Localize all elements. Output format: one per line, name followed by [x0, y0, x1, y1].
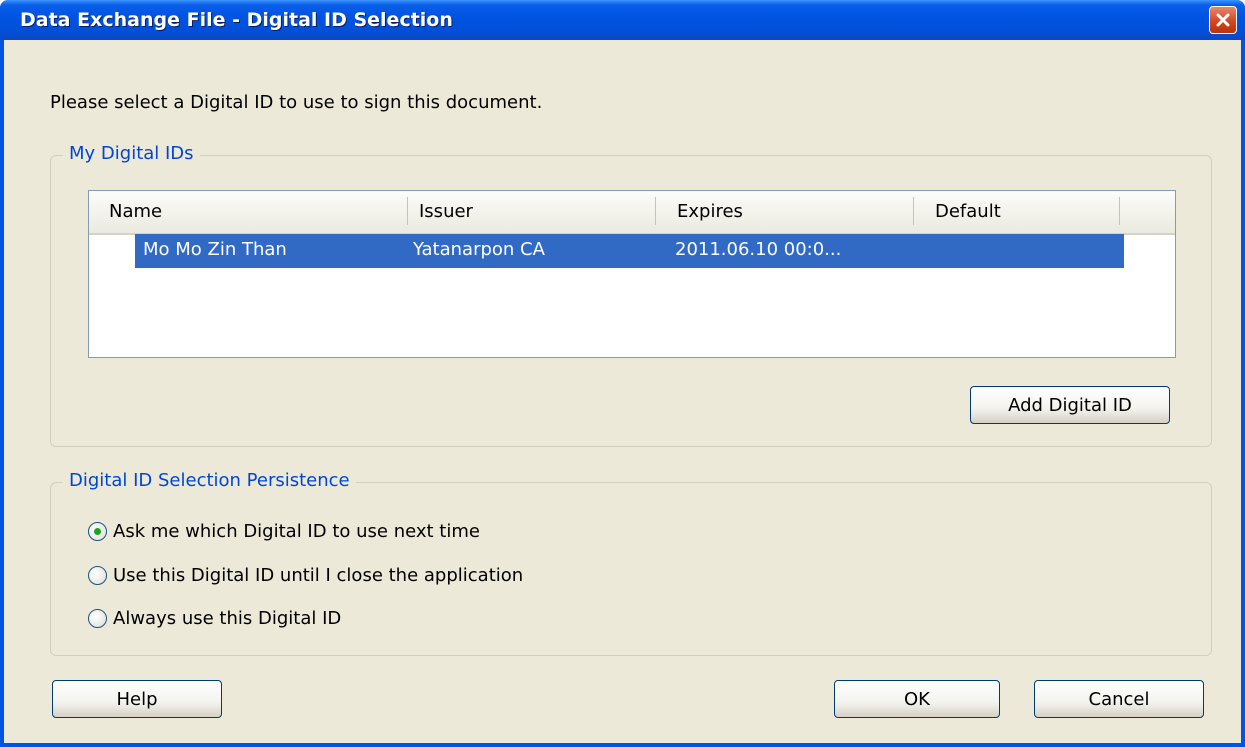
row-expires-cell: 2011.06.10 00:0...	[675, 239, 842, 260]
title-bar: Data Exchange File - Digital ID Selectio…	[0, 0, 1245, 40]
column-header-issuer[interactable]: Issuer	[419, 201, 473, 222]
add-digital-id-button[interactable]: Add Digital ID	[970, 386, 1170, 424]
radio-selected-icon[interactable]	[88, 522, 107, 541]
my-digital-ids-legend: My Digital IDs	[63, 143, 200, 164]
list-header: Name Issuer Expires Default	[89, 191, 1175, 235]
selection-persistence-legend: Digital ID Selection Persistence	[63, 470, 356, 491]
row-issuer-cell: Yatanarpon CA	[413, 239, 545, 260]
column-header-expires[interactable]: Expires	[677, 201, 743, 222]
radio-label[interactable]: Use this Digital ID until I close the ap…	[113, 565, 523, 586]
column-divider[interactable]	[655, 197, 656, 225]
radio-until-close[interactable]: Use this Digital ID until I close the ap…	[88, 565, 523, 586]
help-button[interactable]: Help	[52, 680, 222, 718]
close-button[interactable]	[1209, 6, 1237, 34]
cancel-button[interactable]: Cancel	[1034, 680, 1204, 718]
window-title: Data Exchange File - Digital ID Selectio…	[20, 9, 453, 31]
column-header-name[interactable]: Name	[109, 201, 162, 222]
ok-button[interactable]: OK	[834, 680, 1000, 718]
radio-always-use[interactable]: Always use this Digital ID	[88, 608, 341, 629]
radio-unselected-icon[interactable]	[88, 609, 107, 628]
radio-unselected-icon[interactable]	[88, 566, 107, 585]
dialog-window: Data Exchange File - Digital ID Selectio…	[0, 0, 1245, 747]
column-header-default[interactable]: Default	[935, 201, 1001, 222]
close-icon	[1216, 13, 1230, 27]
row-name-cell: Mo Mo Zin Than	[143, 239, 287, 260]
column-divider[interactable]	[1119, 197, 1120, 225]
digital-id-list[interactable]: Name Issuer Expires Default Mo Mo Zin Th…	[88, 190, 1176, 358]
radio-dot	[94, 528, 101, 535]
instruction-text: Please select a Digital ID to use to sig…	[50, 92, 543, 113]
radio-ask-next-time[interactable]: Ask me which Digital ID to use next time	[88, 521, 480, 542]
radio-label[interactable]: Always use this Digital ID	[113, 608, 341, 629]
column-divider[interactable]	[913, 197, 914, 225]
column-divider[interactable]	[407, 197, 408, 225]
radio-label[interactable]: Ask me which Digital ID to use next time	[113, 521, 480, 542]
